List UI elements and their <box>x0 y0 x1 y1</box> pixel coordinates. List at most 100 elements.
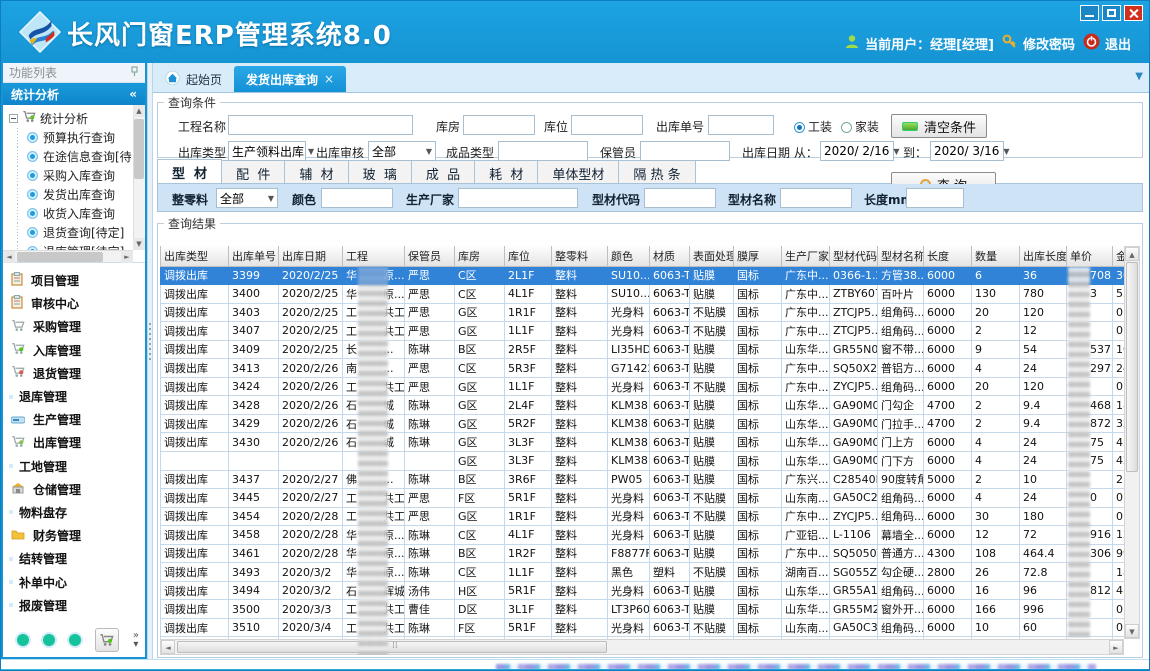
table-row[interactable]: 调拨出库34372020/2/27佛...陈琳B区3R6F整料PW056063-… <box>161 470 1141 489</box>
column-header[interactable]: 出库日期 <box>279 246 343 266</box>
dot-icon[interactable] <box>17 634 29 646</box>
material-tab[interactable]: 配 件 <box>221 160 285 183</box>
column-header[interactable]: 库房 <box>455 246 505 266</box>
table-row[interactable]: 调拨出库34242020/2/26工共工程严思G区1L1F整料光身料6063-T… <box>161 377 1141 396</box>
sidebar-item-财务管理[interactable]: 财务管理 <box>11 524 145 547</box>
material-tab[interactable]: 隔 热 条 <box>618 160 695 183</box>
warehouse-input[interactable] <box>463 115 535 135</box>
material-tab[interactable]: 辅 材 <box>284 160 348 183</box>
material-tab[interactable]: 耗 材 <box>474 160 538 183</box>
cart-shortcut-button[interactable] <box>95 628 119 652</box>
table-row[interactable]: 调拨出库34302020/2/26石城陈琳G区3L3F整料KLM38176063… <box>161 433 1141 452</box>
column-header[interactable]: 长度 <box>924 246 972 266</box>
tab-shipment-outbound-query[interactable]: 发货出库查询 <box>234 66 346 92</box>
tree-item[interactable]: 采购入库查询 <box>9 166 133 185</box>
tree-item[interactable]: 发货出库查询 <box>9 185 133 204</box>
table-horizontal-scrollbar[interactable]: ◄ ► <box>160 639 1124 655</box>
dot-icon[interactable] <box>43 634 55 646</box>
sidebar-item-补单中心[interactable]: 补单中心 <box>11 570 145 593</box>
date-to-select[interactable]: 2020/ 3/16 <box>930 141 1004 161</box>
sidebar-item-生产管理[interactable]: 生产管理 <box>11 408 145 431</box>
dot-icon[interactable] <box>69 634 81 646</box>
pin-icon[interactable] <box>130 66 139 80</box>
table-row[interactable]: 调拨出库33992020/2/25华原...严思C区2L1F整料SU10...6… <box>161 266 1141 285</box>
sidebar-item-项目管理[interactable]: 项目管理 <box>11 269 145 292</box>
table-row[interactable]: 调拨出库35102020/3/4工共工程陈琳F区5R1F整料光身料6063-T5… <box>161 618 1141 637</box>
tree-item[interactable]: 退货查询[待定] <box>9 223 133 242</box>
column-header[interactable]: 整零料 <box>552 246 608 266</box>
column-header[interactable]: 型材代码 <box>830 246 878 266</box>
table-header-row[interactable]: 出库类型出库单号出库日期工程保管员库房库位整零料颜色材质表面处理膜厚生产厂家型材… <box>161 246 1141 266</box>
chevron-more-icon[interactable]: »▾ <box>133 631 139 649</box>
table-row[interactable]: 调拨出库34582020/2/28华原...陈琳C区4L1F整料光身料6063-… <box>161 526 1141 545</box>
column-header[interactable]: 单价 <box>1067 246 1113 266</box>
column-header[interactable]: 库位 <box>505 246 552 266</box>
column-header[interactable]: 数量 <box>972 246 1020 266</box>
table-row[interactable]: 调拨出库34092020/2/25长...陈琳B区2R5F整料LI35HD606… <box>161 340 1141 359</box>
column-header[interactable]: 工程 <box>343 246 405 266</box>
outbound-type-select[interactable]: 生产领料出库 <box>228 141 306 161</box>
tree-vertical-scrollbar[interactable]: ▲ ▼ <box>133 105 145 250</box>
column-header[interactable]: 出库长度 <box>1020 246 1067 266</box>
column-header[interactable]: 表面处理 <box>690 246 734 266</box>
sidebar-item-结转管理[interactable]: 结转管理 <box>11 547 145 570</box>
tab-close-icon[interactable] <box>324 72 334 86</box>
color-input[interactable] <box>321 188 393 208</box>
sidebar-item-退库管理[interactable]: 退库管理 <box>11 385 145 408</box>
sidebar-item-物料盘存[interactable]: 物料盘存 <box>11 501 145 524</box>
project-name-input[interactable] <box>228 115 413 135</box>
tab-home[interactable]: 起始页 <box>153 66 234 92</box>
radio-jiazhuang[interactable]: 家装 <box>841 118 879 135</box>
column-header[interactable]: 保管员 <box>405 246 455 266</box>
column-header[interactable]: 出库类型 <box>161 246 229 266</box>
table-row[interactable]: 调拨出库34032020/2/25工共工程严思G区1R1F整料光身料6063-T… <box>161 303 1141 322</box>
table-row[interactable]: 调拨出库34452020/2/27工共工程严思F区5R1F整料光身料6063-T… <box>161 489 1141 508</box>
table-row[interactable]: 调拨出库34932020/3/2华原...陈琳C区1L1F整料黑色塑料不贴膜国标… <box>161 563 1141 582</box>
tree-item[interactable]: 在途信息查询[待 <box>9 147 133 166</box>
minimize-icon[interactable] <box>1080 5 1099 21</box>
table-row[interactable]: 调拨出库34612020/2/28华原...陈琳B区1R2F整料F8877FT6… <box>161 544 1141 563</box>
material-tab[interactable]: 单体型材 <box>537 160 619 183</box>
column-header[interactable]: 颜色 <box>608 246 650 266</box>
location-input[interactable] <box>571 115 643 135</box>
collapse-icon[interactable]: « <box>129 87 137 101</box>
keeper-input[interactable] <box>640 141 730 161</box>
outbound-audit-select[interactable]: 全部 <box>368 141 436 161</box>
sidebar-item-仓储管理[interactable]: 仓储管理 <box>11 478 145 501</box>
radio-gongzhuang[interactable]: 工装 <box>794 118 832 135</box>
material-tab[interactable]: 玻 璃 <box>348 160 412 183</box>
tree-item[interactable]: 收货入库查询 <box>9 204 133 223</box>
logout-button[interactable]: 退出 <box>1083 33 1131 54</box>
sidebar-section-header[interactable]: 统计分析 « <box>3 83 145 105</box>
sidebar-item-采购管理[interactable]: 采购管理 <box>11 315 145 338</box>
column-header[interactable]: 出库单号 <box>229 246 279 266</box>
length-input[interactable] <box>906 188 964 208</box>
sidebar-item-退货管理[interactable]: 退货管理 <box>11 362 145 385</box>
tree-item[interactable]: 退库管理[待定] <box>9 242 133 250</box>
product-type-input[interactable] <box>498 141 588 161</box>
column-header[interactable]: 膜厚 <box>734 246 782 266</box>
tree-horizontal-scrollbar[interactable]: ◄ ► <box>3 250 133 262</box>
tree-root-statistics[interactable]: 统计分析 <box>9 108 133 128</box>
column-header[interactable]: 材质 <box>650 246 690 266</box>
close-icon[interactable] <box>1124 5 1143 21</box>
maximize-icon[interactable] <box>1102 5 1121 21</box>
column-header[interactable]: 生产厂家 <box>782 246 830 266</box>
table-row[interactable]: 调拨出库34942020/3/2石辉城汤伟H区5R1F整料光身料6063-T5贴… <box>161 581 1141 600</box>
table-row[interactable]: 调拨出库34002020/2/25华原...严思C区4L1F整料SU10...6… <box>161 285 1141 304</box>
column-header[interactable]: 型材名称 <box>878 246 924 266</box>
sidebar-item-审核中心[interactable]: 审核中心 <box>11 292 145 315</box>
sidebar-item-出库管理[interactable]: 出库管理 <box>11 431 145 454</box>
table-row[interactable]: 调拨出库34132020/2/26南...严思C区5R3F整料G71422606… <box>161 359 1141 378</box>
table-row[interactable]: 调拨出库34292020/2/26石城陈琳G区5R2F整料KLM38176063… <box>161 414 1141 433</box>
tree-item[interactable]: 预算执行查询 <box>9 128 133 147</box>
sidebar-item-报废管理[interactable]: 报废管理 <box>11 594 145 617</box>
manufacturer-input[interactable] <box>458 188 578 208</box>
clear-conditions-button[interactable]: 清空条件 <box>891 114 987 138</box>
outbound-no-input[interactable] <box>708 115 774 135</box>
date-from-select[interactable]: 2020/ 2/16 <box>820 141 894 161</box>
table-row[interactable]: 调拨出库34282020/2/26石城陈琳G区2L4F整料KLM38176063… <box>161 396 1141 415</box>
material-tab[interactable]: 成 品 <box>411 160 475 183</box>
table-row[interactable]: 调拨出库34542020/2/28工共工程严思G区1R1F整料光身料6063-T… <box>161 507 1141 526</box>
whole-part-select[interactable]: 全部 <box>216 188 278 208</box>
